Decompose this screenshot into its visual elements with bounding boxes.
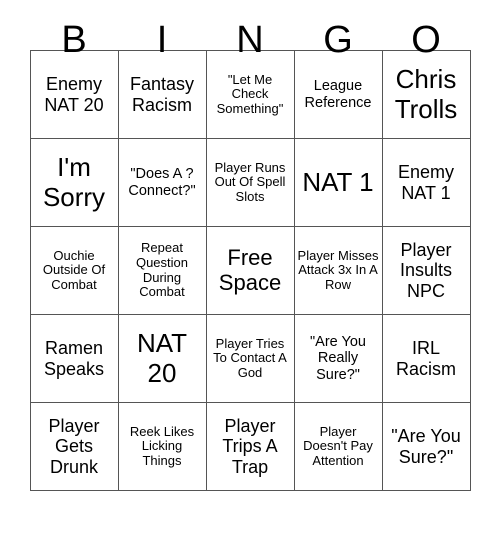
- bingo-cell-r5-c5[interactable]: "Are You Sure?": [381, 402, 471, 491]
- bingo-row: I'm Sorry "Does A ? Connect?" Player Runs …: [29, 138, 471, 227]
- bingo-cell-r2-c3[interactable]: Player Runs Out Of Spell Slots: [205, 138, 295, 227]
- bingo-cell-label: "Are You Really Sure?": [310, 334, 366, 383]
- bingo-row: Player Gets Drunk Reek Likes Licking Thin…: [29, 402, 471, 491]
- bingo-cell-label: Reek Likes Licking Things: [129, 423, 195, 468]
- bingo-cell-label: Player Runs Out Of Spell Slots: [214, 159, 286, 204]
- bingo-cell-r3-c5[interactable]: Player Insults NPC: [381, 226, 471, 315]
- bingo-cell-label: "Let Me Check Something": [216, 71, 284, 116]
- bingo-cell-r4-c2[interactable]: NAT 20: [117, 314, 207, 403]
- bingo-card: B I N G O Enemy NAT 20 Fantasy Racism "Let Me …: [0, 0, 500, 544]
- bingo-cell-r4-c1[interactable]: Ramen Speaks: [29, 314, 119, 403]
- bingo-header-letter-i: I: [156, 19, 168, 61]
- bingo-row: Ramen Speaks NAT 20 Player Tries To Contac…: [29, 314, 471, 403]
- bingo-cell-label: Player Tries To Contact A God: [213, 335, 287, 380]
- bingo-cell-label: "Are You Sure?": [391, 426, 461, 467]
- bingo-cell-r2-c2[interactable]: "Does A ? Connect?": [117, 138, 207, 227]
- bingo-header-letter-g: G: [323, 19, 353, 61]
- bingo-cell-label: NAT 20: [136, 328, 188, 388]
- bingo-cell-label: Player Insults NPC: [399, 240, 453, 301]
- bingo-cell-label: Player Doesn't Pay Attention: [303, 423, 373, 468]
- bingo-cell-label: "Does A ? Connect?": [128, 166, 196, 199]
- bingo-cell-r5-c3[interactable]: Player Trips A Trap: [205, 402, 295, 491]
- bingo-cell-label: Fantasy Racism: [129, 74, 195, 115]
- bingo-header: BINGO: [30, 0, 470, 61]
- bingo-cell-r4-c3[interactable]: Player Tries To Contact A God: [205, 314, 295, 403]
- bingo-cell-r3-c3[interactable]: Free Space: [205, 226, 295, 315]
- bingo-cell-r1-c5[interactable]: Chris Trolls: [381, 50, 471, 139]
- bingo-cell-r4-c4[interactable]: "Are You Really Sure?": [293, 314, 383, 403]
- bingo-cell-r3-c2[interactable]: Repeat Question During Combat: [117, 226, 207, 315]
- bingo-cell-label: Chris Trolls: [394, 64, 458, 124]
- bingo-cell-r1-c4[interactable]: League Reference: [293, 50, 383, 139]
- bingo-cell-r1-c3[interactable]: "Let Me Check Something": [205, 50, 295, 139]
- bingo-row: Enemy NAT 20 Fantasy Racism "Let Me Check …: [29, 50, 471, 139]
- bingo-cell-r2-c4[interactable]: NAT 1: [293, 138, 383, 227]
- bingo-grid: Enemy NAT 20 Fantasy Racism "Let Me Check …: [29, 50, 471, 491]
- bingo-cell-r5-c2[interactable]: Reek Likes Licking Things: [117, 402, 207, 491]
- bingo-cell-label: Player Misses Attack 3x In A Row: [297, 247, 379, 292]
- bingo-cell-r4-c5[interactable]: IRL Racism: [381, 314, 471, 403]
- bingo-cell-label: Player Trips A Trap: [222, 416, 278, 477]
- bingo-cell-r3-c1[interactable]: Ouchie Outside Of Combat: [29, 226, 119, 315]
- bingo-header-letter-b: B: [61, 19, 87, 61]
- bingo-cell-label: Free Space: [218, 244, 282, 295]
- bingo-grid-body: Enemy NAT 20 Fantasy Racism "Let Me Check …: [29, 50, 471, 491]
- bingo-cell-label: Enemy NAT 1: [397, 162, 455, 203]
- bingo-cell-label: IRL Racism: [395, 338, 456, 379]
- bingo-cell-r5-c4[interactable]: Player Doesn't Pay Attention: [293, 402, 383, 491]
- bingo-cell-label: Ramen Speaks: [43, 338, 105, 379]
- bingo-cell-r1-c1[interactable]: Enemy NAT 20: [29, 50, 119, 139]
- bingo-cell-label: Player Gets Drunk: [48, 416, 100, 477]
- bingo-cell-label: I'm Sorry: [42, 152, 106, 212]
- bingo-cell-r2-c5[interactable]: Enemy NAT 1: [381, 138, 471, 227]
- bingo-header-letter-n: N: [236, 19, 264, 61]
- bingo-cell-r2-c1[interactable]: I'm Sorry: [29, 138, 119, 227]
- bingo-cell-label: Enemy NAT 20: [44, 74, 104, 115]
- bingo-cell-label: Repeat Question During Combat: [135, 240, 189, 300]
- bingo-cell-r5-c1[interactable]: Player Gets Drunk: [29, 402, 119, 491]
- bingo-cell-r1-c2[interactable]: Fantasy Racism: [117, 50, 207, 139]
- bingo-cell-label: NAT 1: [302, 166, 374, 197]
- bingo-cell-label: League Reference: [304, 78, 372, 111]
- bingo-row: Ouchie Outside Of Combat Repeat Question …: [29, 226, 471, 315]
- bingo-cell-r3-c4[interactable]: Player Misses Attack 3x In A Row: [293, 226, 383, 315]
- bingo-header-letter-o: O: [411, 19, 441, 61]
- bingo-cell-label: Ouchie Outside Of Combat: [42, 247, 106, 292]
